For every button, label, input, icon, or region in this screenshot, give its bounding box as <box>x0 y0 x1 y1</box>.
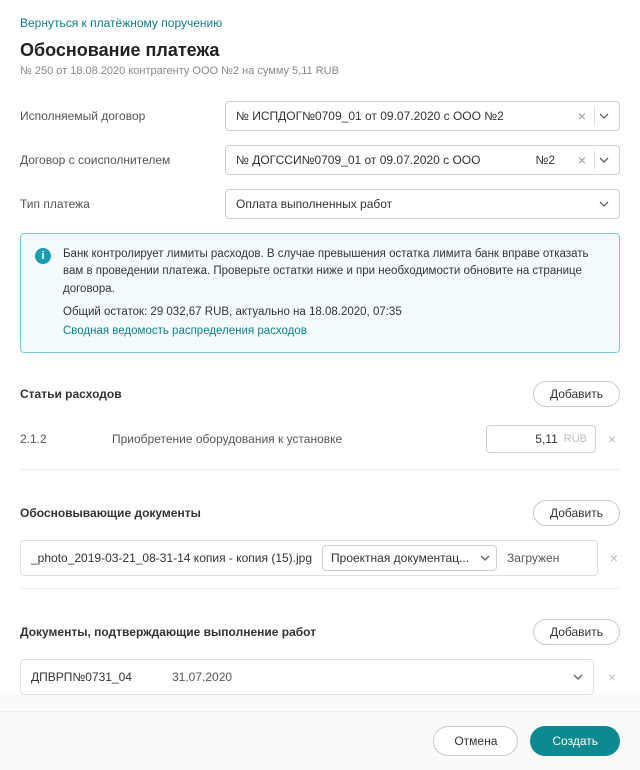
doc-type-select[interactable]: Проектная документац... <box>322 545 497 571</box>
remove-icon[interactable]: × <box>604 669 620 685</box>
chevron-down-icon <box>599 157 609 163</box>
add-doc-button[interactable]: Добавить <box>533 500 620 526</box>
clear-icon[interactable]: × <box>575 108 589 124</box>
expense-amount-input[interactable]: 5,11 RUB <box>486 425 596 453</box>
subcontract-badge: №2 <box>531 153 559 167</box>
expense-currency: RUB <box>564 433 587 445</box>
doc-filename: _photo_2019-03-21_08-31-14 копия - копия… <box>31 551 312 565</box>
contract-label: Исполняемый договор <box>20 109 225 123</box>
add-expense-button[interactable]: Добавить <box>533 381 620 407</box>
payment-type-label: Тип платежа <box>20 197 225 211</box>
doc-row: _photo_2019-03-21_08-31-14 копия - копия… <box>20 540 598 576</box>
create-button[interactable]: Создать <box>530 726 620 756</box>
chevron-down-icon <box>573 674 583 680</box>
expense-amount-value: 5,11 <box>535 432 557 446</box>
doc-status: Загружен <box>507 551 587 565</box>
docs-title: Обосновывающие документы <box>20 506 201 520</box>
confirm-title: Документы, подтверждающие выполнение раб… <box>20 625 316 639</box>
info-icon: i <box>35 248 51 264</box>
add-confirm-button[interactable]: Добавить <box>533 619 620 645</box>
expense-code: 2.1.2 <box>20 432 100 446</box>
confirm-doc-date: 31.07.2020 <box>172 670 232 684</box>
chevron-down-icon <box>599 201 609 207</box>
doc-type-value: Проектная документац... <box>331 551 488 565</box>
payment-type-value: Оплата выполненных работ <box>236 197 392 211</box>
clear-icon[interactable]: × <box>575 152 589 168</box>
subcontract-label: Договор с соисполнителем <box>20 153 225 167</box>
confirm-doc-code: ДПВРП№0731_04 <box>31 670 132 684</box>
contract-value: № ИСПДОГ№0709_01 от 09.07.2020 с ООО №2 <box>236 109 504 123</box>
info-box: i Банк контролирует лимиты расходов. В с… <box>20 233 620 353</box>
remove-icon[interactable]: × <box>604 431 620 447</box>
info-balance: Общий остаток: 29 032,67 RUB, актуально … <box>63 304 605 321</box>
chevron-down-icon <box>599 113 609 119</box>
confirm-doc-select[interactable]: ДПВРП№0731_04 31.07.2020 <box>20 659 594 695</box>
page-subtitle: № 250 от 18.08.2020 контрагенту ООО №2 н… <box>20 65 620 77</box>
expense-desc: Приобретение оборудования к установке <box>112 432 474 446</box>
page-title: Обоснование платежа <box>20 40 620 61</box>
contract-select[interactable]: № ИСПДОГ№0709_01 от 09.07.2020 с ООО №2 … <box>225 101 620 131</box>
payment-type-select[interactable]: Оплата выполненных работ <box>225 189 620 219</box>
info-text: Банк контролирует лимиты расходов. В слу… <box>63 246 605 298</box>
info-link[interactable]: Сводная ведомость распределения расходов <box>63 323 307 340</box>
subcontract-select[interactable]: № ДОГССИ№0709_01 от 09.07.2020 с ООО №2 … <box>225 145 620 175</box>
expense-row: 2.1.2 Приобретение оборудования к устано… <box>20 421 620 457</box>
subcontract-value: № ДОГССИ№0709_01 от 09.07.2020 с ООО <box>236 153 480 167</box>
footer: Отмена Создать <box>0 711 640 770</box>
cancel-button[interactable]: Отмена <box>433 726 518 756</box>
back-link[interactable]: Вернуться к платёжному поручению <box>20 16 222 30</box>
remove-icon[interactable]: × <box>608 550 620 566</box>
expenses-title: Статьи расходов <box>20 387 122 401</box>
